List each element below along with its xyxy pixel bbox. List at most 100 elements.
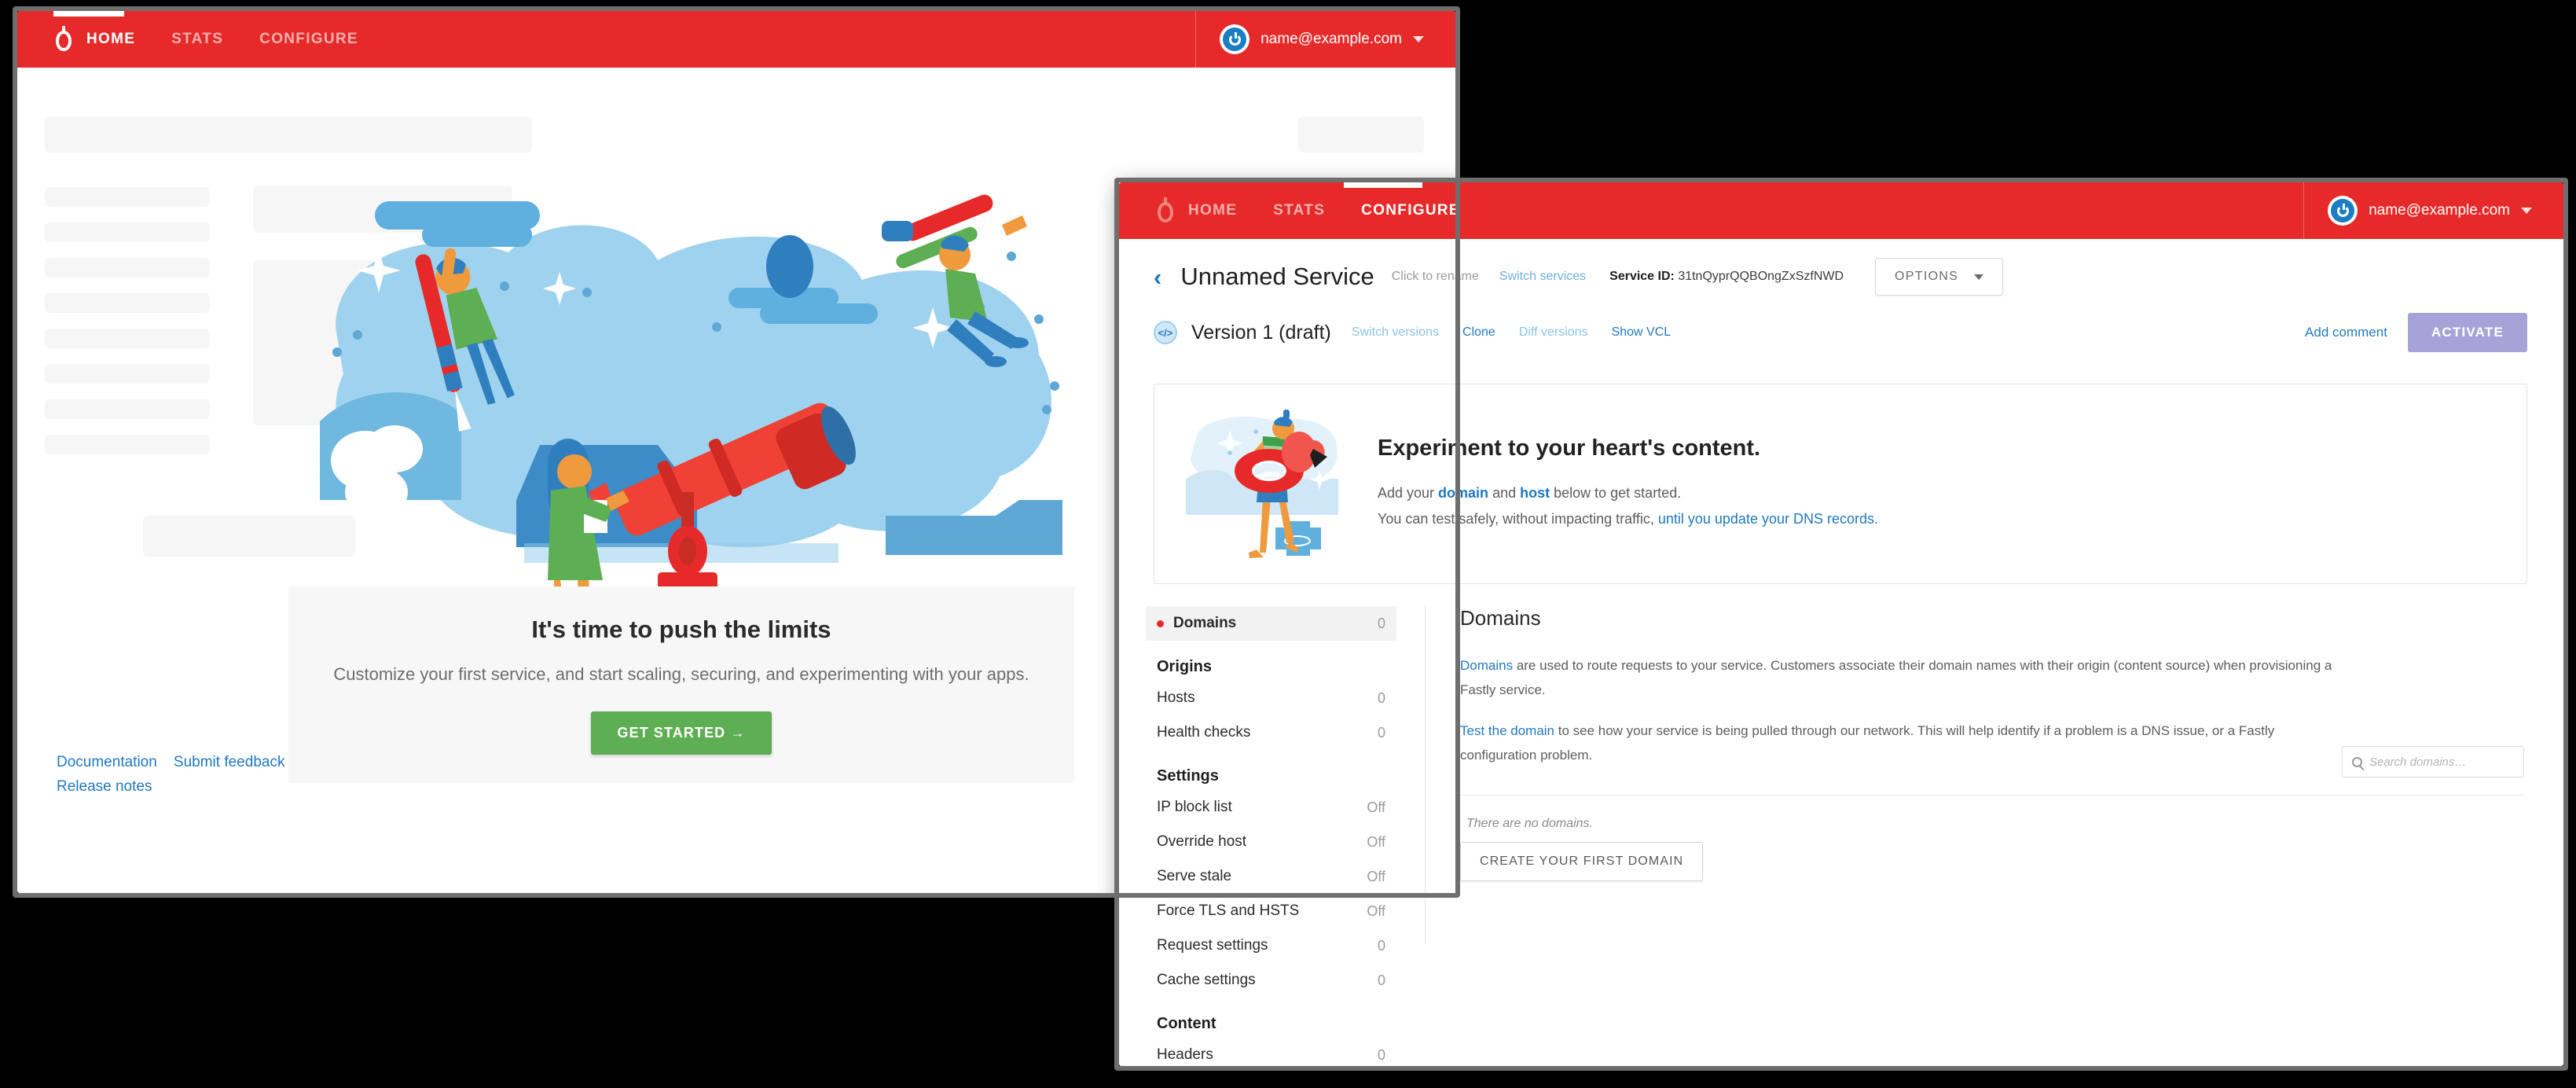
skeleton-block <box>45 329 210 348</box>
user-menu-window1[interactable]: name@example.com <box>1195 11 1455 68</box>
skeleton-block <box>45 435 210 454</box>
nav-link-home[interactable]: HOME <box>1188 202 1237 219</box>
nav-link-stats[interactable]: STATS <box>1273 202 1325 219</box>
add-comment-link[interactable]: Add comment <box>2305 325 2387 340</box>
sidebar-item-label: Override host <box>1157 833 1247 850</box>
top-navbar-window2: HOME STATS CONFIGURE name@example.com <box>1119 182 2563 239</box>
sidebar-item-ip-block-list[interactable]: IP block list Off <box>1146 790 1396 825</box>
show-vcl-link[interactable]: Show VCL <box>1612 325 1671 340</box>
chevron-down-icon[interactable] <box>2521 208 2532 214</box>
nav-links-window2: HOME STATS CONFIGURE <box>1119 197 1496 224</box>
flamingo-float-illustration <box>1181 403 1346 564</box>
domain-link[interactable]: domain <box>1438 485 1488 501</box>
version-bar: </> Version 1 (draft) Switch versions Cl… <box>1119 296 2563 352</box>
sidebar-item-label: Headers <box>1157 1046 1213 1063</box>
sidebar-item-request-settings[interactable]: Request settings 0 <box>1146 928 1396 963</box>
sidebar-item-health-checks[interactable]: Health checks 0 <box>1146 715 1396 750</box>
domains-panel: Domains Domains are used to route reques… <box>1426 606 2563 944</box>
clone-link[interactable]: Clone <box>1462 325 1495 340</box>
options-button-label: OPTIONS <box>1895 270 1959 283</box>
diff-versions-link[interactable]: Diff versions <box>1519 325 1588 340</box>
sidebar-item-domains[interactable]: Domains 0 <box>1146 606 1396 641</box>
skeleton-block <box>1298 116 1424 153</box>
version-actions: Switch versions Clone Diff versions Show… <box>1352 325 1694 340</box>
user-menu-window2[interactable]: name@example.com <box>2303 182 2563 239</box>
banner-line2-pre: You can test safely, without impacting t… <box>1378 511 1658 527</box>
nav-link-configure[interactable]: CONFIGURE <box>1361 202 1460 219</box>
options-button[interactable]: OPTIONS <box>1875 258 2004 296</box>
sidebar-item-label: IP block list <box>1157 799 1232 815</box>
skeleton-block <box>45 364 210 384</box>
divider <box>1460 795 2524 796</box>
activate-button[interactable]: ACTIVATE <box>2407 313 2527 352</box>
skeleton-block <box>45 187 210 207</box>
service-id-label: Service ID: <box>1609 270 1675 283</box>
sidebar-item-force-tls-hsts[interactable]: Force TLS and HSTS Off <box>1146 894 1396 928</box>
footer-links: Documentation Submit feedback Release no… <box>57 751 284 799</box>
code-brackets-icon: </> <box>1154 321 1177 344</box>
domains-paragraph-2-rest: to see how your service is being pulled … <box>1460 723 2275 763</box>
sidebar-item-hosts[interactable]: Hosts 0 <box>1146 681 1396 715</box>
documentation-link[interactable]: Documentation <box>57 754 157 770</box>
top-navbar-window1: HOME STATS CONFIGURE name@example.com <box>17 11 1455 68</box>
test-the-domain-link[interactable]: Test the domain <box>1460 723 1554 738</box>
sidebar-group-content: Content <box>1157 1015 1216 1032</box>
domains-paragraph-1-rest: are used to route requests to your servi… <box>1460 658 2332 697</box>
telescope-explorers-illustration <box>288 186 1074 626</box>
nav-link-stats[interactable]: STATS <box>171 31 223 48</box>
sidebar-item-label: Domains <box>1173 615 1237 631</box>
back-chevron-icon[interactable]: ‹ <box>1154 265 1161 289</box>
switch-versions-link[interactable]: Switch versions <box>1352 325 1439 340</box>
page-subtitle: Customize your first service, and start … <box>333 663 1029 684</box>
search-domains-box[interactable]: Search domains… <box>2342 746 2524 777</box>
sidebar-item-value: Off <box>1367 868 1385 884</box>
configure-sidebar: Domains 0 Origins Hosts 0 Health checks … <box>1119 606 1426 1063</box>
host-link[interactable]: host <box>1520 485 1550 501</box>
version-label: Version 1 (draft) <box>1191 321 1331 344</box>
skeleton-block <box>45 399 210 419</box>
fastly-logo-icon[interactable] <box>53 26 74 53</box>
dns-records-link[interactable]: until you update your DNS records. <box>1658 511 1878 527</box>
sidebar-item-override-host[interactable]: Override host Off <box>1146 825 1396 859</box>
configure-page-body: ‹ Unnamed Service Click to rename Switch… <box>1119 239 2563 1066</box>
skeleton-block <box>45 222 210 242</box>
sidebar-item-value: 0 <box>1377 1046 1385 1063</box>
chevron-down-icon[interactable] <box>1413 36 1424 42</box>
service-id: Service ID: 31tnQyprQQBOngZxSzfNWD <box>1609 270 1844 284</box>
search-input[interactable]: Search domains… <box>2369 755 2466 769</box>
banner-heading: Experiment to your heart's content. <box>1378 435 1761 461</box>
sidebar-item-value: 0 <box>1377 937 1385 954</box>
banner-line-2: You can test safely, without impacting t… <box>1378 506 1878 532</box>
fastly-logo-icon[interactable] <box>1155 197 1176 224</box>
sidebar-item-label: Serve stale <box>1157 868 1232 884</box>
search-icon <box>2352 756 2362 767</box>
switch-services-link[interactable]: Switch services <box>1499 270 1586 284</box>
service-name[interactable]: Unnamed Service <box>1180 263 1374 291</box>
rename-hint[interactable]: Click to rename <box>1392 270 1479 284</box>
avatar <box>1220 24 1250 54</box>
sidebar-item-label: Health checks <box>1157 724 1251 741</box>
create-first-domain-button[interactable]: CREATE YOUR FIRST DOMAIN <box>1460 842 1704 881</box>
avatar <box>2328 196 2358 226</box>
sidebar-item-label: Cache settings <box>1157 972 1256 988</box>
banner-line1-post: below to get started. <box>1550 484 1682 501</box>
nav-link-configure[interactable]: CONFIGURE <box>259 31 358 48</box>
submit-feedback-link[interactable]: Submit feedback <box>174 754 285 770</box>
sidebar-item-headers[interactable]: Headers 0 <box>1146 1038 1396 1066</box>
skeleton-block <box>45 293 210 313</box>
sidebar-item-cache-settings[interactable]: Cache settings 0 <box>1146 963 1396 998</box>
release-notes-link[interactable]: Release notes <box>57 778 152 795</box>
nav-link-home[interactable]: HOME <box>86 31 135 48</box>
sidebar-item-serve-stale[interactable]: Serve stale Off <box>1146 859 1396 894</box>
chevron-down-icon <box>1974 274 1984 280</box>
sidebar-item-value: Off <box>1367 902 1385 919</box>
active-tab-marker <box>53 11 124 17</box>
experiment-banner: Experiment to your heart's content. Add … <box>1154 384 2527 584</box>
sidebar-item-value: 0 <box>1377 724 1385 741</box>
sidebar-item-value: Off <box>1367 799 1385 815</box>
domains-paragraph-1: Domains are used to route requests to yo… <box>1460 654 2348 702</box>
domains-heading: Domains <box>1460 606 1541 630</box>
get-started-button[interactable]: GET STARTED → <box>590 711 772 755</box>
get-started-card: It's time to push the limits Customize y… <box>288 586 1074 783</box>
domains-link[interactable]: Domains <box>1460 658 1513 673</box>
